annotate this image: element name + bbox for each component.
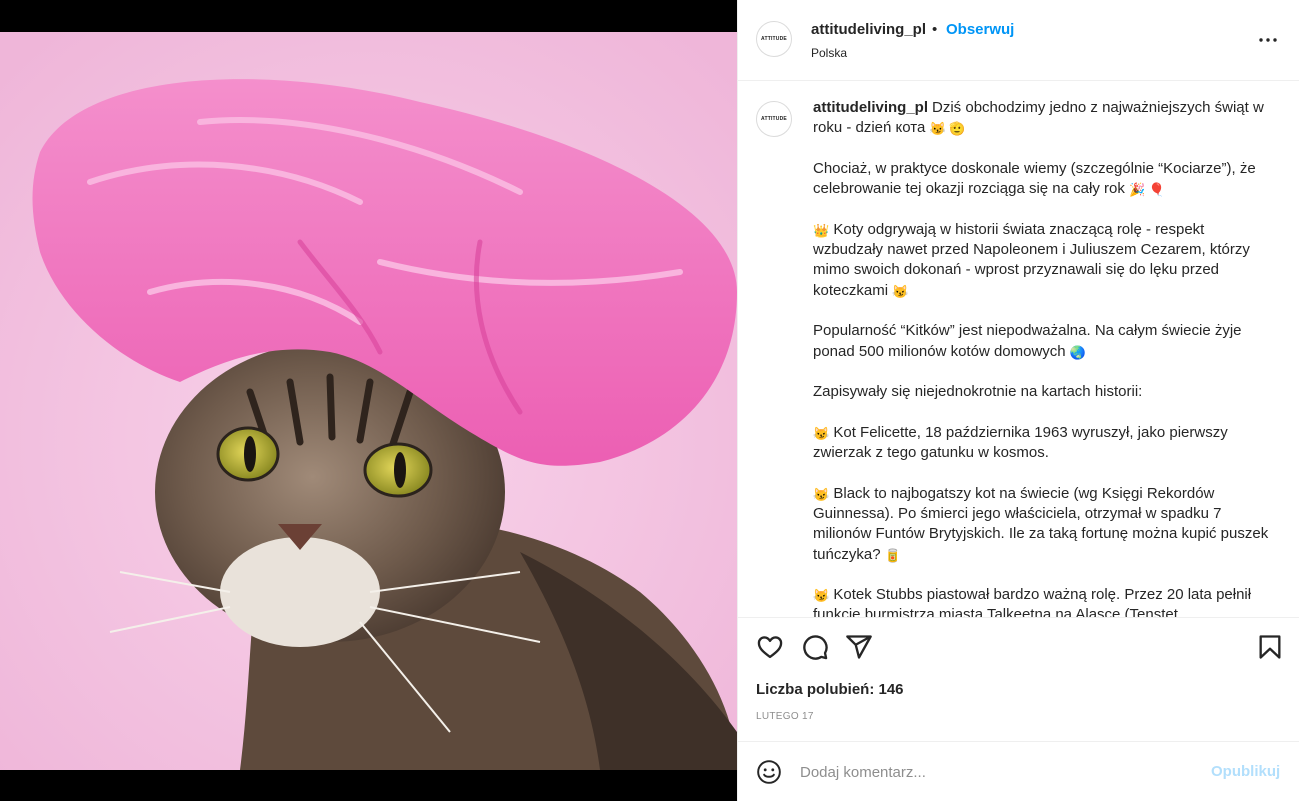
caption-text: Chociaż, w praktyce doskonale wiemy (szc… xyxy=(813,159,1256,198)
heart-icon[interactable] xyxy=(756,633,784,661)
emoji: 😼 🫡 xyxy=(929,121,966,137)
smiley-icon[interactable] xyxy=(756,759,782,785)
caption-text: Popularność “Kitków” jest niepodważalna.… xyxy=(813,322,1242,360)
post-photo[interactable] xyxy=(0,32,737,770)
emoji: 😼 xyxy=(813,588,830,604)
post-actions: Liczba polubień: 146 LUTEGO 17 xyxy=(738,617,1299,741)
emoji: 😼 xyxy=(813,486,830,502)
publish-comment-button[interactable]: Opublikuj xyxy=(1211,763,1280,780)
emoji: 🌏 xyxy=(1069,344,1087,360)
caption-avatar[interactable]: ATTITUDE xyxy=(756,101,792,137)
caption-text: Kot Felicette, 18 października 1963 wyru… xyxy=(813,423,1228,462)
media-area xyxy=(0,0,737,801)
emoji: 😼 xyxy=(892,283,909,299)
caption-paragraph: 😼 Kotek Stubbs piastował bardzo ważną ro… xyxy=(813,585,1273,617)
likes-count[interactable]: Liczba polubień: 146 xyxy=(756,681,904,698)
emoji: 👑 xyxy=(813,222,830,238)
post-side-panel: ATTITUDE attitudeliving_pl • Obserwuj Po… xyxy=(737,0,1299,801)
caption-paragraph: attitudeliving_pl Dziś obchodzimy jedno z… xyxy=(813,98,1273,139)
location-link[interactable]: Polska xyxy=(811,46,847,60)
caption-paragraph: 😼 Kot Felicette, 18 października 1963 wy… xyxy=(813,423,1273,464)
comment-icon[interactable] xyxy=(801,633,829,661)
caption-text: Black to najbogatszy kot na świecie (wg … xyxy=(813,484,1269,563)
caption-text: Koty odgrywają w historii świata znacząc… xyxy=(813,220,1250,299)
comment-input[interactable] xyxy=(800,761,1200,783)
caption-scroll-area[interactable]: ATTITUDE attitudeliving_pl Dziś obchodzim… xyxy=(738,81,1299,617)
emoji: 🥫 xyxy=(884,547,901,563)
post-header: ATTITUDE attitudeliving_pl • Obserwuj Po… xyxy=(738,0,1299,81)
avatar-logo-text: ATTITUDE xyxy=(761,36,787,42)
cat-with-pink-hat-image xyxy=(0,32,737,770)
avatar[interactable]: ATTITUDE xyxy=(756,21,792,57)
more-horizontal-icon[interactable] xyxy=(1256,28,1280,52)
caption-paragraph: 😼 Black to najbogatszy kot na świecie (w… xyxy=(813,484,1273,565)
caption-text: Kotek Stubbs piastował bardzo ważną rolę… xyxy=(813,586,1252,617)
caption-paragraph: 👑 Koty odgrywają w historii świata znacz… xyxy=(813,220,1273,301)
caption-paragraph: Popularność “Kitków” jest niepodważalna.… xyxy=(813,321,1273,362)
avatar-logo-text: ATTITUDE xyxy=(761,116,787,122)
post-date[interactable]: LUTEGO 17 xyxy=(756,711,814,722)
separator-dot: • xyxy=(932,21,938,38)
paper-plane-icon[interactable] xyxy=(845,633,873,661)
caption-paragraph: Chociaż, w praktyce doskonale wiemy (szc… xyxy=(813,159,1273,200)
emoji: 🎉 🎈 xyxy=(1129,182,1165,198)
bookmark-icon[interactable] xyxy=(1256,633,1284,661)
comment-bar: Opublikuj xyxy=(738,741,1299,801)
username-link[interactable]: attitudeliving_pl xyxy=(811,21,926,38)
follow-button[interactable]: Obserwuj xyxy=(946,21,1014,38)
post-caption: attitudeliving_pl Dziś obchodzimy jedno z… xyxy=(813,98,1273,617)
caption-paragraph: Zapisywały się niejednokrotnie na kartac… xyxy=(813,382,1273,402)
caption-username-link[interactable]: attitudeliving_pl xyxy=(813,99,928,116)
emoji: 😼 xyxy=(813,425,830,441)
caption-text: Zapisywały się niejednokrotnie na kartac… xyxy=(813,383,1143,401)
